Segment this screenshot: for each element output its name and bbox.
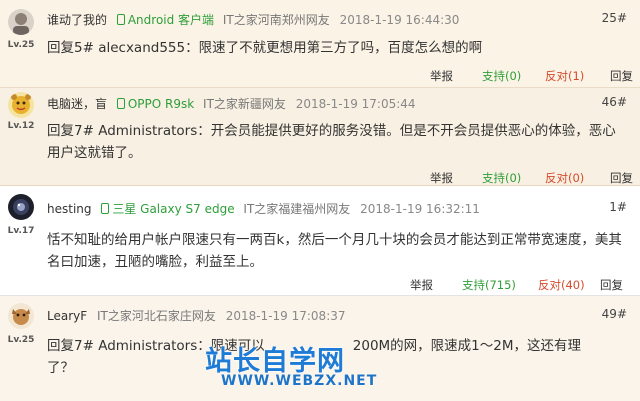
location-label: IT之家福建福州网友 — [243, 202, 351, 216]
floor-number: 25# — [601, 11, 627, 25]
avatar[interactable] — [8, 92, 34, 118]
location-label: IT之家新疆网友 — [203, 97, 286, 111]
username[interactable]: hesting — [47, 202, 92, 216]
comment-meta: hesting 三星 Galaxy S7 edge IT之家福建福州网友 201… — [47, 200, 480, 217]
phone-icon — [101, 203, 110, 214]
comment-item: Lv.12 电脑迷，盲 OPPO R9sk IT之家新疆网友 2018-1-19… — [0, 88, 640, 186]
username[interactable]: 电脑迷，盲 — [47, 97, 107, 111]
level-badge: Lv.25 — [7, 335, 35, 345]
comment-item: Lv.25 谁动了我的 Android 客户端 IT之家河南郑州网友 2018-… — [0, 0, 640, 88]
level-badge: Lv.25 — [7, 40, 35, 50]
comment-text: 回复7# Administrators：开会员能提供更好的服务没错。但是不开会员… — [47, 123, 616, 161]
timestamp: 2018-1-19 16:32:11 — [360, 202, 480, 216]
location-label: IT之家河南郑州网友 — [222, 13, 330, 27]
device-label: Android 客户端 — [127, 13, 215, 27]
comment-actions: 举报 支持(0) 反对(1) 回复 — [0, 68, 640, 84]
oppose-button[interactable]: 反对(40) — [538, 277, 585, 293]
comment-text: 恬不知耻的给用户帐户限速只有一两百k，然后一个月几十块的会员才能达到正常带宽速度… — [47, 232, 622, 270]
report-button[interactable]: 举报 — [430, 68, 453, 84]
support-button[interactable]: 支持(0) — [482, 68, 521, 84]
level-badge: Lv.12 — [7, 121, 35, 131]
oppose-button[interactable]: 反对(0) — [545, 170, 584, 186]
comment-actions: 举报 支持(715) 反对(40) 回复 — [0, 277, 640, 293]
location-label: IT之家河北石家庄网友 — [96, 309, 216, 323]
device-label: OPPO R9sk — [127, 97, 195, 111]
oppose-button[interactable]: 反对(1) — [545, 68, 584, 84]
floor-number: 49# — [601, 307, 627, 321]
comment-meta: 谁动了我的 Android 客户端 IT之家河南郑州网友 2018-1-19 1… — [47, 11, 459, 28]
report-button[interactable]: 举报 — [430, 170, 453, 186]
comment-item: Lv.17 hesting 三星 Galaxy S7 edge IT之家福建福州… — [0, 186, 640, 296]
phone-icon — [116, 98, 125, 109]
username[interactable]: LearyF — [47, 309, 87, 323]
support-button[interactable]: 支持(0) — [482, 170, 521, 186]
comment-actions: 举报 支持(0) 反对(0) 回复 — [0, 170, 640, 186]
report-button[interactable]: 举报 — [410, 277, 433, 293]
avatar[interactable] — [8, 303, 34, 329]
reply-button[interactable]: 回复 — [610, 68, 633, 84]
floor-number: 46# — [601, 95, 627, 109]
support-button[interactable]: 支持(715) — [462, 277, 516, 293]
comment-text: 回复5# alecxand555：限速了不就更想用第三方了吗，百度怎么想的啊 — [47, 40, 483, 56]
avatar[interactable] — [8, 9, 34, 35]
watermark-url: WWW.WEBZX.NET — [221, 373, 378, 389]
timestamp: 2018-1-19 17:08:37 — [225, 309, 346, 323]
comment-meta: 电脑迷，盲 OPPO R9sk IT之家新疆网友 2018-1-19 17:05… — [47, 95, 416, 112]
avatar[interactable] — [8, 194, 34, 220]
timestamp: 2018-1-19 16:44:30 — [339, 13, 460, 27]
comment-meta: LearyF IT之家河北石家庄网友 2018-1-19 17:08:37 — [47, 307, 346, 324]
device-label: 三星 Galaxy S7 edge — [112, 202, 235, 216]
reply-button[interactable]: 回复 — [600, 277, 623, 293]
reply-button[interactable]: 回复 — [610, 170, 633, 186]
timestamp: 2018-1-19 17:05:44 — [295, 97, 416, 111]
level-badge: Lv.17 — [7, 226, 35, 236]
username[interactable]: 谁动了我的 — [47, 13, 107, 27]
comment-text-part: 200M的网，限速成1～2M，这还有理 — [352, 338, 582, 354]
comment-text-part: 了？ — [47, 360, 74, 376]
phone-icon — [116, 14, 125, 25]
floor-number: 1# — [609, 200, 627, 214]
